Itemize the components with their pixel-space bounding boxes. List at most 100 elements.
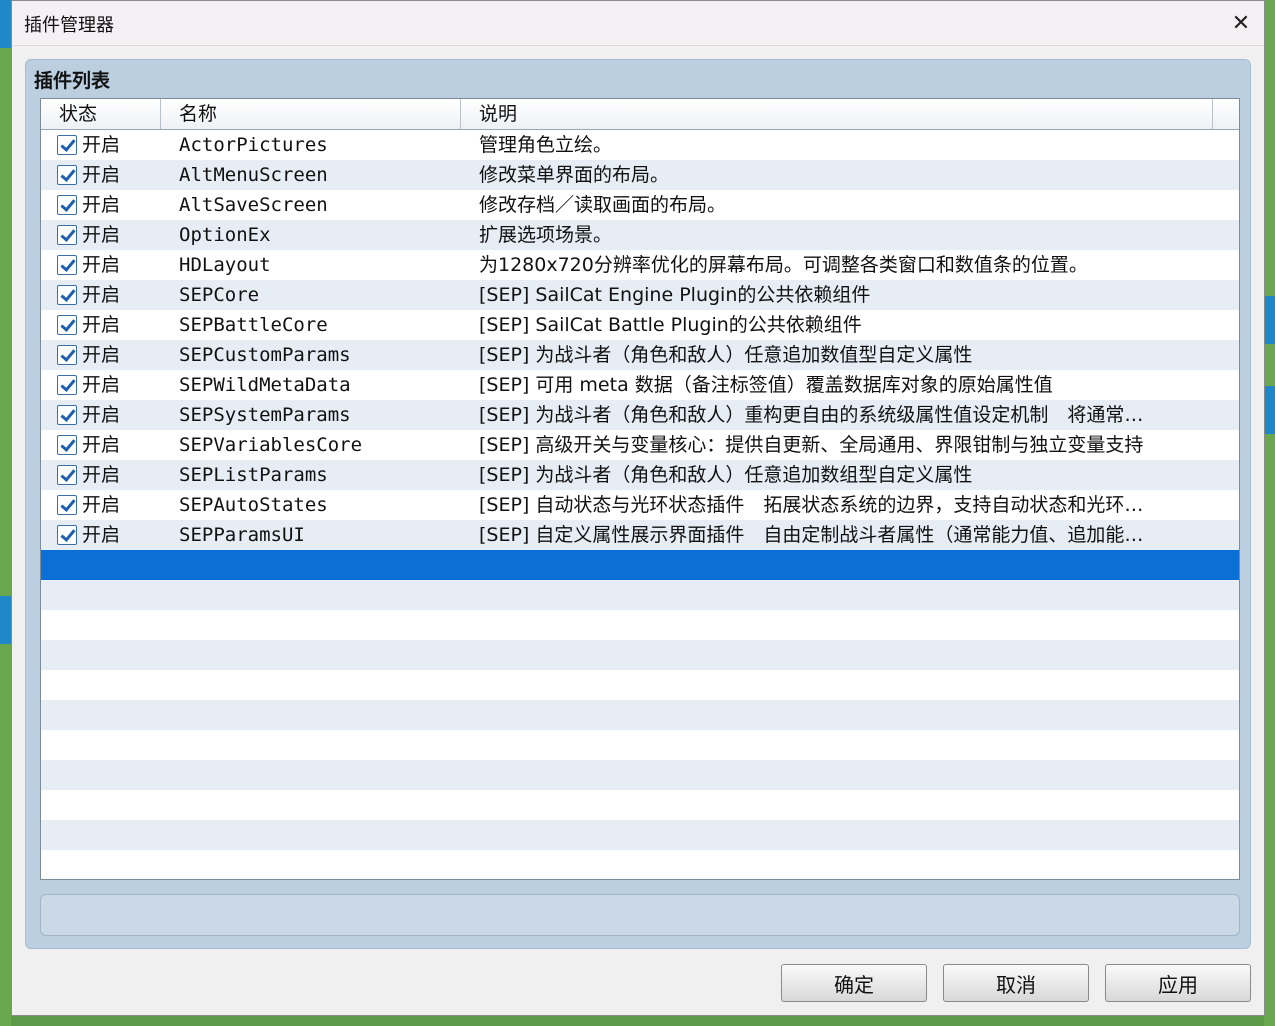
status-cell[interactable]: 开启: [57, 340, 161, 370]
plugin-name: SEPWildMetaData: [179, 374, 351, 396]
plugin-description: [SEP] 自动状态与光环状态插件 拓展状态系统的边界，支持自动状态和光环…: [479, 494, 1144, 516]
plugin-list[interactable]: 状态 名称 说明 开启 ActorPictures 管理角色立绘。 开启 AltMenu…: [40, 98, 1240, 880]
checkbox-checked-icon[interactable]: [57, 285, 77, 305]
status-cell[interactable]: 开启: [57, 220, 161, 250]
background-left: [0, 0, 11, 1026]
column-header-name[interactable]: 名称: [161, 99, 461, 129]
plugin-description: 管理角色立绘。: [479, 134, 613, 156]
checkbox-checked-icon[interactable]: [57, 255, 77, 275]
plugin-name: SEPListParams: [179, 464, 328, 486]
empty-row[interactable]: [41, 730, 1239, 760]
status-cell[interactable]: 开启: [57, 460, 161, 490]
empty-row[interactable]: [41, 610, 1239, 640]
cancel-button[interactable]: 取消: [943, 964, 1089, 1002]
checkbox-checked-icon[interactable]: [57, 465, 77, 485]
status-cell[interactable]: 开启: [57, 250, 161, 280]
status-label: 开启: [82, 224, 121, 246]
empty-row[interactable]: [41, 670, 1239, 700]
plugin-description: 修改菜单界面的布局。: [479, 164, 670, 186]
empty-row[interactable]: [41, 580, 1239, 610]
plugin-name: ActorPictures: [179, 134, 328, 156]
title-bar[interactable]: 插件管理器 ✕: [12, 1, 1264, 46]
status-label: 开启: [82, 464, 121, 486]
table-row[interactable]: 开启 SEPCore [SEP] SailCat Engine Plugin的公共依…: [41, 280, 1239, 310]
plugin-description: [SEP] 自定义属性展示界面插件 自由定制战斗者属性（通常能力值、追加能…: [479, 524, 1144, 546]
status-cell[interactable]: 开启: [57, 370, 161, 400]
checkbox-checked-icon[interactable]: [57, 135, 77, 155]
status-cell[interactable]: 开启: [57, 490, 161, 520]
plugin-description: [SEP] SailCat Battle Plugin的公共依赖组件: [479, 314, 862, 336]
checkbox-checked-icon[interactable]: [57, 165, 77, 185]
table-row[interactable]: 开启 HDLayout 为1280x720分辨率优化的屏幕布局。可调整各类窗口和数值…: [41, 250, 1239, 280]
ok-button[interactable]: 确定: [781, 964, 927, 1002]
status-label: 开启: [82, 524, 121, 546]
empty-row[interactable]: [41, 790, 1239, 820]
plugin-description: 修改存档／读取画面的布局。: [479, 194, 727, 216]
status-label: 开启: [82, 314, 121, 336]
table-row[interactable]: 开启 SEPWildMetaData [SEP] 可用 meta 数据（备注标签值）…: [41, 370, 1239, 400]
status-label: 开启: [82, 434, 121, 456]
table-row[interactable]: 开启 ActorPictures 管理角色立绘。: [41, 130, 1239, 160]
plugin-name: HDLayout: [179, 254, 271, 276]
table-row[interactable]: 开启 SEPBattleCore [SEP] SailCat Battle Plug…: [41, 310, 1239, 340]
status-label: 开启: [82, 344, 121, 366]
checkbox-checked-icon[interactable]: [57, 405, 77, 425]
table-row[interactable]: 开启 SEPParamsUI [SEP] 自定义属性展示界面插件 自由定制战斗者属性…: [41, 520, 1239, 550]
status-cell[interactable]: 开启: [57, 430, 161, 460]
checkbox-checked-icon[interactable]: [57, 495, 77, 515]
window-title: 插件管理器: [24, 15, 114, 36]
plugin-description: [SEP] 为战斗者（角色和敌人）重构更自由的系统级属性值设定机制 将通常…: [479, 404, 1144, 426]
checkbox-checked-icon[interactable]: [57, 375, 77, 395]
table-row[interactable]: 开启 OptionEx 扩展选项场景。: [41, 220, 1239, 250]
status-label: 开启: [82, 194, 121, 216]
background-tile: [1264, 296, 1275, 344]
column-header-description[interactable]: 说明: [461, 99, 1213, 129]
plugin-name: SEPBattleCore: [179, 314, 328, 336]
status-label: 开启: [82, 404, 121, 426]
table-row[interactable]: 开启 AltSaveScreen 修改存档／读取画面的布局。: [41, 190, 1239, 220]
table-row[interactable]: 开启 SEPCustomParams [SEP] 为战斗者（角色和敌人）任意追加数值…: [41, 340, 1239, 370]
close-icon[interactable]: ✕: [1218, 1, 1264, 45]
plugin-name: SEPSystemParams: [179, 404, 351, 426]
status-label: 开启: [82, 254, 121, 276]
checkbox-checked-icon[interactable]: [57, 195, 77, 215]
checkbox-checked-icon[interactable]: [57, 315, 77, 335]
table-row[interactable]: 开启 AltMenuScreen 修改菜单界面的布局。: [41, 160, 1239, 190]
background-tile: [1264, 386, 1275, 434]
help-text-area: [40, 894, 1240, 936]
status-cell[interactable]: 开启: [57, 400, 161, 430]
status-cell[interactable]: 开启: [57, 130, 161, 160]
status-cell[interactable]: 开启: [57, 190, 161, 220]
status-cell[interactable]: 开启: [57, 280, 161, 310]
apply-button[interactable]: 应用: [1105, 964, 1251, 1002]
plugin-list-group: 插件列表 状态 名称 说明 开启 ActorPictures 管理角色立绘。 开启 Al…: [25, 59, 1251, 949]
status-cell[interactable]: 开启: [57, 160, 161, 190]
empty-row[interactable]: [41, 760, 1239, 790]
status-cell[interactable]: 开启: [57, 310, 161, 340]
plugin-name: OptionEx: [179, 224, 271, 246]
column-header-status[interactable]: 状态: [41, 99, 161, 129]
checkbox-checked-icon[interactable]: [57, 525, 77, 545]
checkbox-checked-icon[interactable]: [57, 225, 77, 245]
table-row[interactable]: 开启 SEPSystemParams [SEP] 为战斗者（角色和敌人）重构更自由的…: [41, 400, 1239, 430]
plugin-name: AltSaveScreen: [179, 194, 328, 216]
plugin-description: [SEP] 为战斗者（角色和敌人）任意追加数组型自定义属性: [479, 464, 973, 486]
plugin-description: 为1280x720分辨率优化的屏幕布局。可调整各类窗口和数值条的位置。: [479, 254, 1088, 276]
plugin-name: SEPCustomParams: [179, 344, 351, 366]
plugin-description: 扩展选项场景。: [479, 224, 613, 246]
empty-row-selected[interactable]: [41, 550, 1239, 580]
checkbox-checked-icon[interactable]: [57, 435, 77, 455]
table-row[interactable]: 开启 SEPListParams [SEP] 为战斗者（角色和敌人）任意追加数组型自…: [41, 460, 1239, 490]
empty-row[interactable]: [41, 640, 1239, 670]
status-cell[interactable]: 开启: [57, 520, 161, 550]
table-row[interactable]: 开启 SEPVariablesCore [SEP] 高级开关与变量核心：提供自更新、…: [41, 430, 1239, 460]
plugin-name: SEPVariablesCore: [179, 434, 363, 456]
plugin-name: AltMenuScreen: [179, 164, 328, 186]
checkbox-checked-icon[interactable]: [57, 345, 77, 365]
plugin-description: [SEP] 可用 meta 数据（备注标签值）覆盖数据库对象的原始属性值: [479, 374, 1053, 396]
status-label: 开启: [82, 494, 121, 516]
empty-row[interactable]: [41, 700, 1239, 730]
table-row[interactable]: 开启 SEPAutoStates [SEP] 自动状态与光环状态插件 拓展状态系统的…: [41, 490, 1239, 520]
empty-row[interactable]: [41, 820, 1239, 850]
empty-row[interactable]: [41, 850, 1239, 879]
